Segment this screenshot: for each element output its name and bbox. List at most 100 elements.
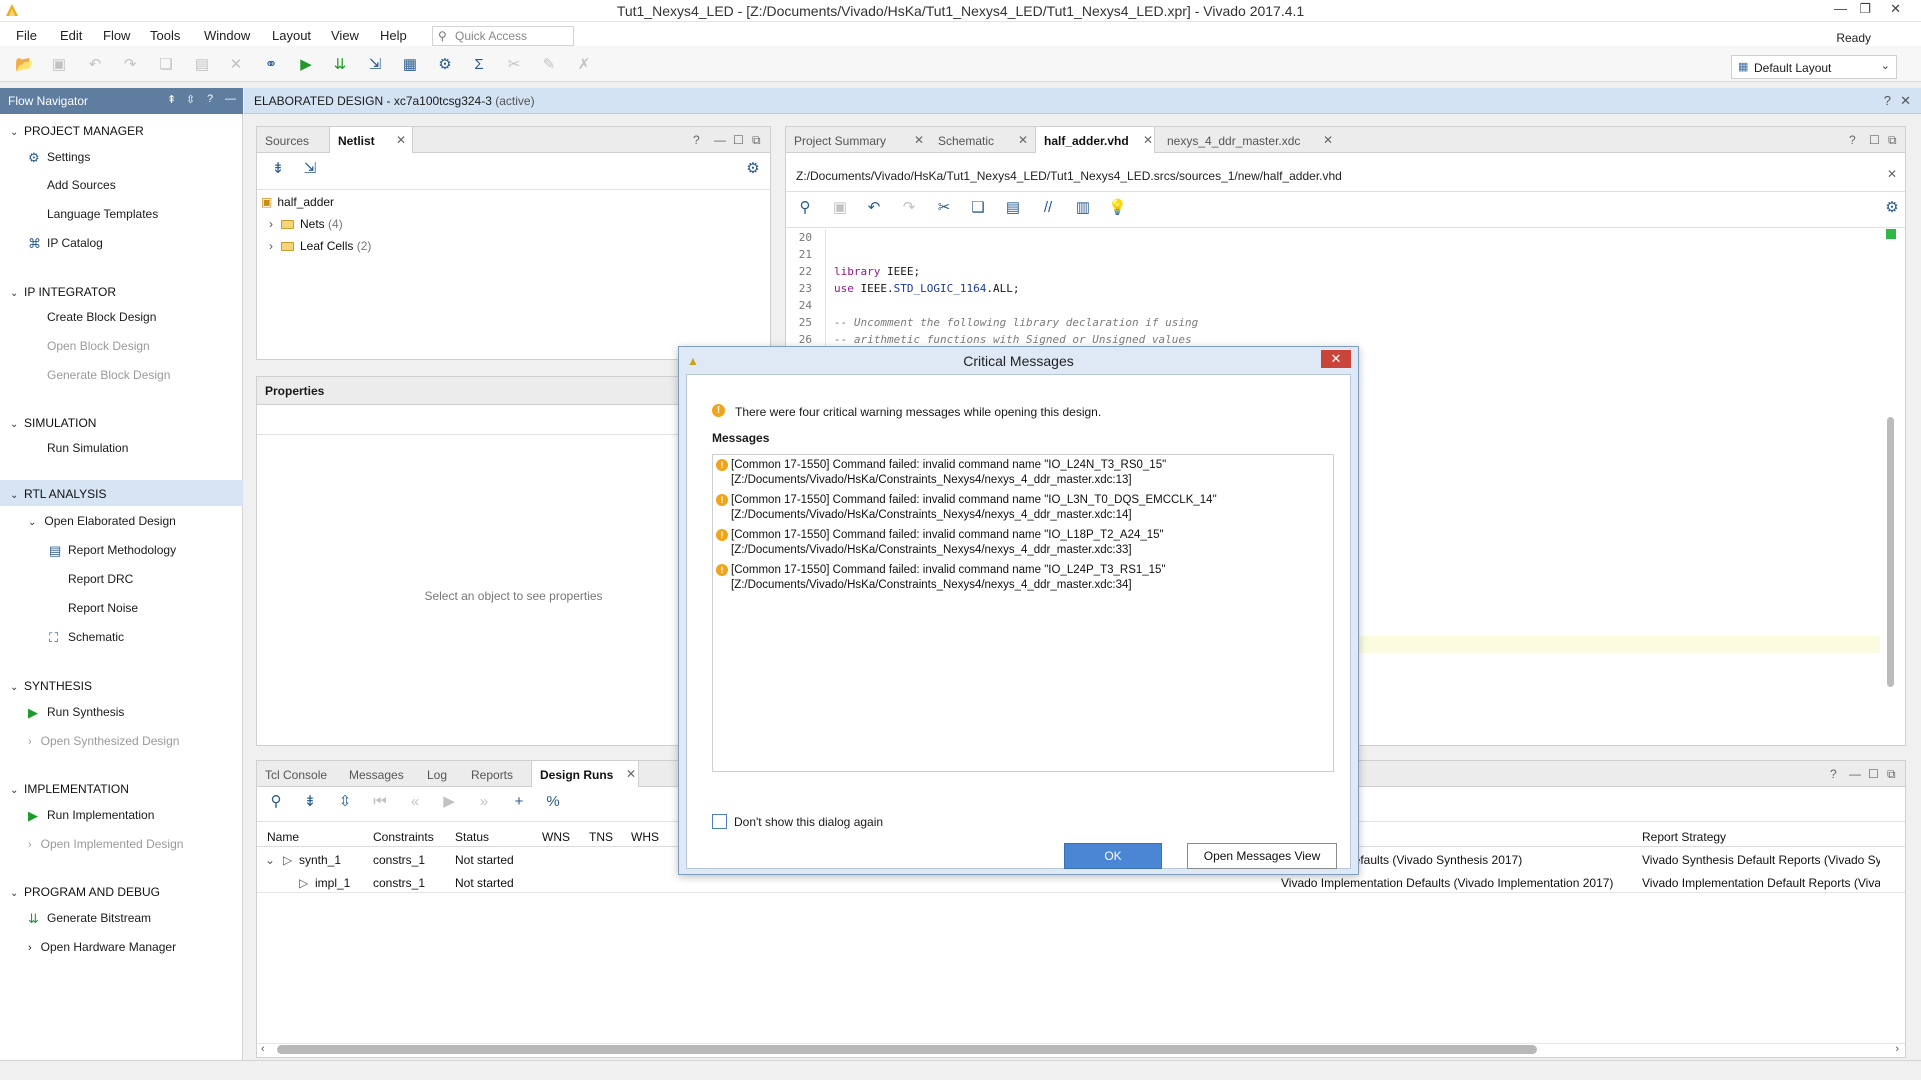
menu-edit[interactable]: Edit: [60, 28, 82, 43]
paste-icon[interactable]: ▤: [1004, 199, 1022, 217]
columns-icon[interactable]: ▥: [1074, 199, 1092, 217]
comment-icon[interactable]: //: [1039, 199, 1057, 217]
column-header-constraints[interactable]: Constraints: [373, 830, 434, 844]
add-icon[interactable]: +: [510, 793, 528, 811]
minimize-icon[interactable]: —: [1834, 1, 1847, 16]
column-header-wns[interactable]: WNS: [542, 830, 570, 844]
tab-reports[interactable]: Reports: [463, 761, 531, 787]
open-messages-view-button[interactable]: Open Messages View: [1187, 843, 1337, 869]
next-icon[interactable]: »: [475, 793, 493, 811]
minimize-panel-icon[interactable]: —: [1849, 767, 1861, 781]
menu-view[interactable]: View: [331, 28, 359, 43]
messages-list[interactable]: ! [Common 17-1550] Command failed: inval…: [712, 454, 1334, 772]
find-icon[interactable]: ⚭: [262, 56, 280, 74]
tab-half-adder[interactable]: half_adder.vhd ✕: [1035, 127, 1155, 153]
nav-open-block-design[interactable]: Open Block Design: [47, 339, 150, 353]
section-implementation[interactable]: ⌄ IMPLEMENTATION: [10, 782, 129, 796]
gear-icon[interactable]: ⚙: [744, 160, 762, 178]
tool-icon[interactable]: ✂: [505, 56, 523, 74]
redo-icon[interactable]: ↷: [900, 199, 918, 217]
tab-sources[interactable]: Sources: [257, 127, 323, 153]
delete-icon[interactable]: ✕: [227, 56, 245, 74]
column-header-tns[interactable]: TNS: [589, 830, 613, 844]
section-rtl-analysis[interactable]: ⌄ RTL ANALYSIS: [10, 487, 106, 501]
menu-tools[interactable]: Tools: [150, 28, 180, 43]
nav-schematic[interactable]: ⛶ Schematic: [49, 630, 124, 645]
save-icon[interactable]: ▣: [50, 56, 68, 74]
tree-leaf-cells[interactable]: › Leaf Cells (2): [269, 239, 371, 253]
first-icon[interactable]: ⏮: [371, 793, 389, 811]
maximize-panel-icon[interactable]: ☐: [1869, 133, 1880, 147]
chevron-right-icon[interactable]: ›: [1895, 1043, 1899, 1055]
minimize-panel-icon[interactable]: —: [225, 93, 236, 105]
help-icon[interactable]: ?: [1830, 767, 1837, 781]
close-icon[interactable]: ✕: [1143, 133, 1153, 147]
save-icon[interactable]: ▣: [831, 199, 849, 217]
float-panel-icon[interactable]: ⧉: [752, 133, 761, 148]
pen-icon[interactable]: ✎: [540, 56, 558, 74]
redo-icon[interactable]: ↷: [121, 56, 139, 74]
program-icon[interactable]: ⇊: [331, 56, 349, 74]
menu-file[interactable]: File: [16, 28, 37, 43]
column-header-report-strategy[interactable]: Report Strategy: [1642, 830, 1726, 844]
nav-open-hardware-manager[interactable]: › Open Hardware Manager: [28, 940, 176, 954]
column-header-status[interactable]: Status: [455, 830, 489, 844]
quick-access-input[interactable]: ⚲ Quick Access: [432, 26, 574, 46]
report-icon[interactable]: ▦: [401, 56, 419, 74]
float-panel-icon[interactable]: ⧉: [1888, 133, 1897, 148]
cut-icon[interactable]: ✂: [935, 199, 953, 217]
nav-report-noise[interactable]: Report Noise: [68, 601, 138, 615]
expand-all-icon[interactable]: ⇲: [301, 160, 319, 178]
tab-messages[interactable]: Messages: [341, 761, 419, 787]
step-icon[interactable]: ⇲: [366, 56, 384, 74]
section-project-manager[interactable]: ⌄ PROJECT MANAGER: [10, 124, 144, 138]
tab-schematic[interactable]: Schematic ✕: [930, 127, 1031, 153]
nav-create-block-design[interactable]: Create Block Design: [47, 310, 156, 324]
collapse-all-icon[interactable]: ⇟: [269, 160, 287, 178]
play-icon[interactable]: ▶: [440, 793, 458, 811]
vertical-scrollbar[interactable]: [1887, 417, 1894, 687]
collapse-all-icon[interactable]: ⇞: [167, 93, 176, 106]
minimize-panel-icon[interactable]: —: [714, 133, 726, 147]
cross-tool-icon[interactable]: ✗: [575, 56, 593, 74]
copy-icon[interactable]: ❏: [969, 199, 987, 217]
section-simulation[interactable]: ⌄ SIMULATION: [10, 416, 96, 430]
layout-select[interactable]: ▦ Default Layout ⌄: [1731, 55, 1897, 79]
horizontal-scrollbar[interactable]: [277, 1045, 1537, 1054]
nav-settings[interactable]: ⚙ Settings: [28, 150, 90, 165]
dont-show-checkbox[interactable]: [712, 814, 727, 829]
help-icon[interactable]: ?: [207, 93, 213, 105]
chevron-left-icon[interactable]: ‹: [261, 1043, 265, 1055]
tree-nets[interactable]: › Nets (4): [269, 217, 343, 231]
search-icon[interactable]: ⚲: [267, 793, 285, 811]
restore-icon[interactable]: ❐: [1859, 1, 1871, 17]
expand-all-icon[interactable]: ⇳: [186, 93, 195, 106]
close-window-icon[interactable]: ✕: [1890, 1, 1901, 17]
tab-tcl-console[interactable]: Tcl Console: [257, 761, 341, 787]
close-icon[interactable]: ✕: [626, 767, 636, 781]
run-icon[interactable]: ▶: [297, 56, 315, 74]
maximize-panel-icon[interactable]: ☐: [1868, 767, 1879, 781]
open-project-icon[interactable]: 📂: [15, 56, 34, 74]
nav-add-sources[interactable]: Add Sources: [47, 178, 116, 192]
lightbulb-icon[interactable]: 💡: [1108, 199, 1127, 217]
float-panel-icon[interactable]: ⧉: [1887, 767, 1896, 782]
undo-icon[interactable]: ↶: [86, 56, 104, 74]
maximize-panel-icon[interactable]: ☐: [733, 133, 744, 147]
menu-flow[interactable]: Flow: [103, 28, 130, 43]
close-icon[interactable]: ✕: [1900, 93, 1911, 109]
section-program-debug[interactable]: ⌄ PROGRAM AND DEBUG: [10, 885, 160, 899]
nav-generate-block-design[interactable]: Generate Block Design: [47, 368, 170, 382]
close-icon[interactable]: ✕: [396, 133, 406, 147]
ok-button[interactable]: OK: [1064, 843, 1162, 869]
close-icon[interactable]: ✕: [1018, 133, 1028, 147]
close-icon[interactable]: ✕: [914, 133, 924, 147]
collapse-all-icon[interactable]: ⇟: [301, 793, 319, 811]
column-header-name[interactable]: Name: [267, 830, 299, 844]
tab-log[interactable]: Log: [419, 761, 463, 787]
gear-icon[interactable]: ⚙: [436, 56, 454, 74]
tab-xdc[interactable]: nexys_4_ddr_master.xdc ✕: [1159, 127, 1337, 153]
close-icon[interactable]: ✕: [1887, 167, 1897, 181]
paste-icon[interactable]: ▤: [193, 56, 211, 74]
tab-netlist[interactable]: Netlist ✕: [329, 127, 413, 153]
